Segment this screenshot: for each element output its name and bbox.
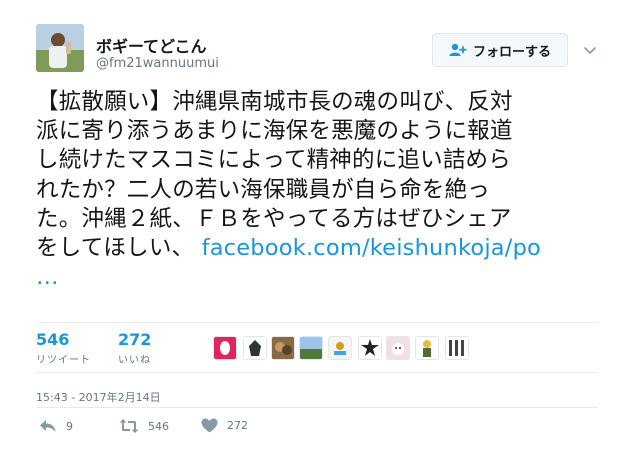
chevron-down-icon[interactable] (582, 42, 598, 58)
user-handle[interactable]: @fm21wannuumui (96, 56, 219, 71)
divider (36, 407, 598, 408)
person-add-icon (449, 43, 467, 57)
timestamp[interactable]: 15:43 - 2017年2月14日 (36, 389, 161, 405)
liker-avatar[interactable] (213, 336, 237, 360)
retweet-action-count: 546 (148, 419, 169, 433)
tweet-link-ellipsis[interactable]: … (36, 263, 610, 292)
tweet-line: し続けたマスコミによって精神的に追い詰めら (36, 147, 511, 174)
display-name[interactable]: ボギーてどこん (96, 33, 207, 57)
liker-avatar[interactable] (386, 336, 410, 360)
retweet-stat[interactable]: 546 リツイート (36, 330, 91, 367)
like-label: いいね (118, 355, 151, 366)
avatar[interactable] (36, 24, 84, 72)
like-stat[interactable]: 272 いいね (118, 330, 152, 367)
tweet-line: 【拡散願い】沖縄県南城市長の魂の叫び、反対 (36, 89, 513, 115)
like-action-count: 272 (227, 419, 248, 432)
retweet-icon (119, 418, 139, 434)
follow-button[interactable]: フォローする (432, 33, 568, 67)
reply-count: 9 (66, 419, 73, 433)
liker-avatar[interactable] (243, 336, 267, 360)
divider (36, 322, 598, 323)
liker-avatar[interactable] (415, 336, 439, 360)
tweet-line: れたか？二人の若い海保職員が自ら命を絶っ (36, 176, 491, 203)
tweet-line-with-link: をしてほしい、 facebook.com/keishunkoja/po (36, 234, 610, 263)
follow-button-label: フォローする (472, 44, 551, 60)
avatar-photo (36, 24, 84, 72)
retweet-label: リツイート (36, 355, 91, 366)
retweet-count: 546 (36, 330, 70, 349)
reply-icon (39, 418, 57, 434)
tweet-link[interactable]: facebook.com/keishunkoja/po (202, 235, 541, 261)
liker-avatar[interactable] (299, 336, 323, 360)
like-button[interactable]: 272 (201, 418, 248, 433)
liker-avatar[interactable] (271, 336, 295, 360)
heart-icon (201, 418, 218, 433)
liker-avatar[interactable] (445, 336, 469, 360)
tweet-text: 【拡散願い】沖縄県南城市長の魂の叫び、反対 派に寄り添うあまりに海保を悪魔のよう… (36, 88, 610, 292)
reply-button[interactable]: 9 (39, 418, 73, 434)
divider (36, 372, 598, 373)
retweet-button[interactable]: 546 (119, 418, 169, 434)
tweet-line: た。沖縄２紙、ＦＢをやってる方はぜひシェア (36, 205, 512, 232)
liker-avatar[interactable] (328, 336, 352, 360)
liker-avatar[interactable] (358, 336, 382, 360)
tweet-line-prefix: をしてほしい、 (36, 235, 202, 262)
like-count: 272 (118, 330, 152, 349)
tweet-card: ボギーてどこん @fm21wannuumui フォローする 【拡散願い】沖縄県南… (0, 0, 634, 462)
tweet-line: 派に寄り添うあまりに海保を悪魔のように報道 (36, 118, 513, 145)
